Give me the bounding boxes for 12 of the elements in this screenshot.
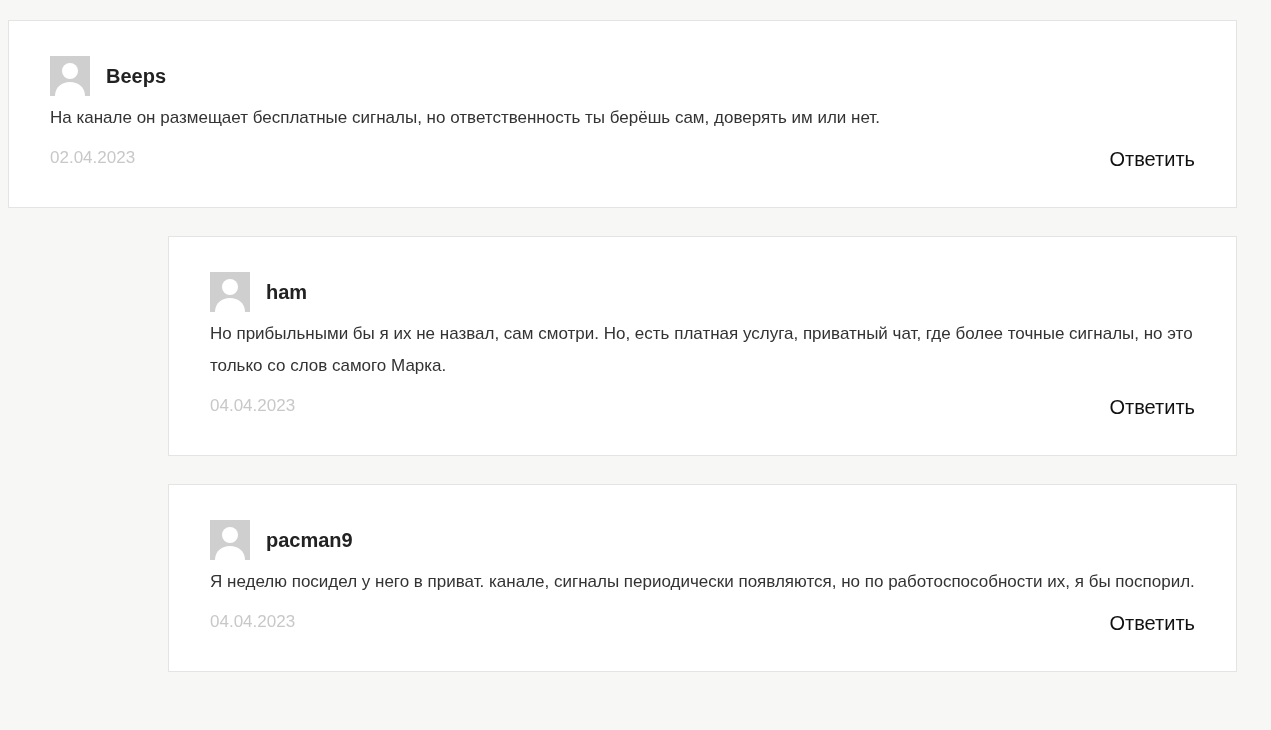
- avatar-icon: [210, 520, 250, 560]
- comment-text: Но прибыльными бы я их не назвал, сам смотри. Но, есть платная услуга, приватный чат, где более точные сигналы, но это только со слов самого Марка.: [210, 323, 1194, 377]
- author-name: Beeps: [106, 64, 167, 89]
- reply-button[interactable]: Ответить: [1109, 144, 1195, 174]
- reply-button[interactable]: Ответить: [1109, 392, 1195, 422]
- avatar-icon: [50, 56, 90, 96]
- reply-button[interactable]: Ответить: [1109, 608, 1195, 638]
- comment-text: Я неделю посидел у него в приват. канале, сигналы периодически появляются, но по работоспособности их, я бы поспорил.: [210, 571, 1195, 593]
- author-name: ham: [266, 280, 308, 305]
- comment-text: На канале он размещает бесплатные сигналы, но ответственность ты берёшь сам, доверять им или нет.: [50, 107, 881, 129]
- author-name: pacman9: [266, 528, 353, 553]
- avatar-icon: [210, 272, 250, 312]
